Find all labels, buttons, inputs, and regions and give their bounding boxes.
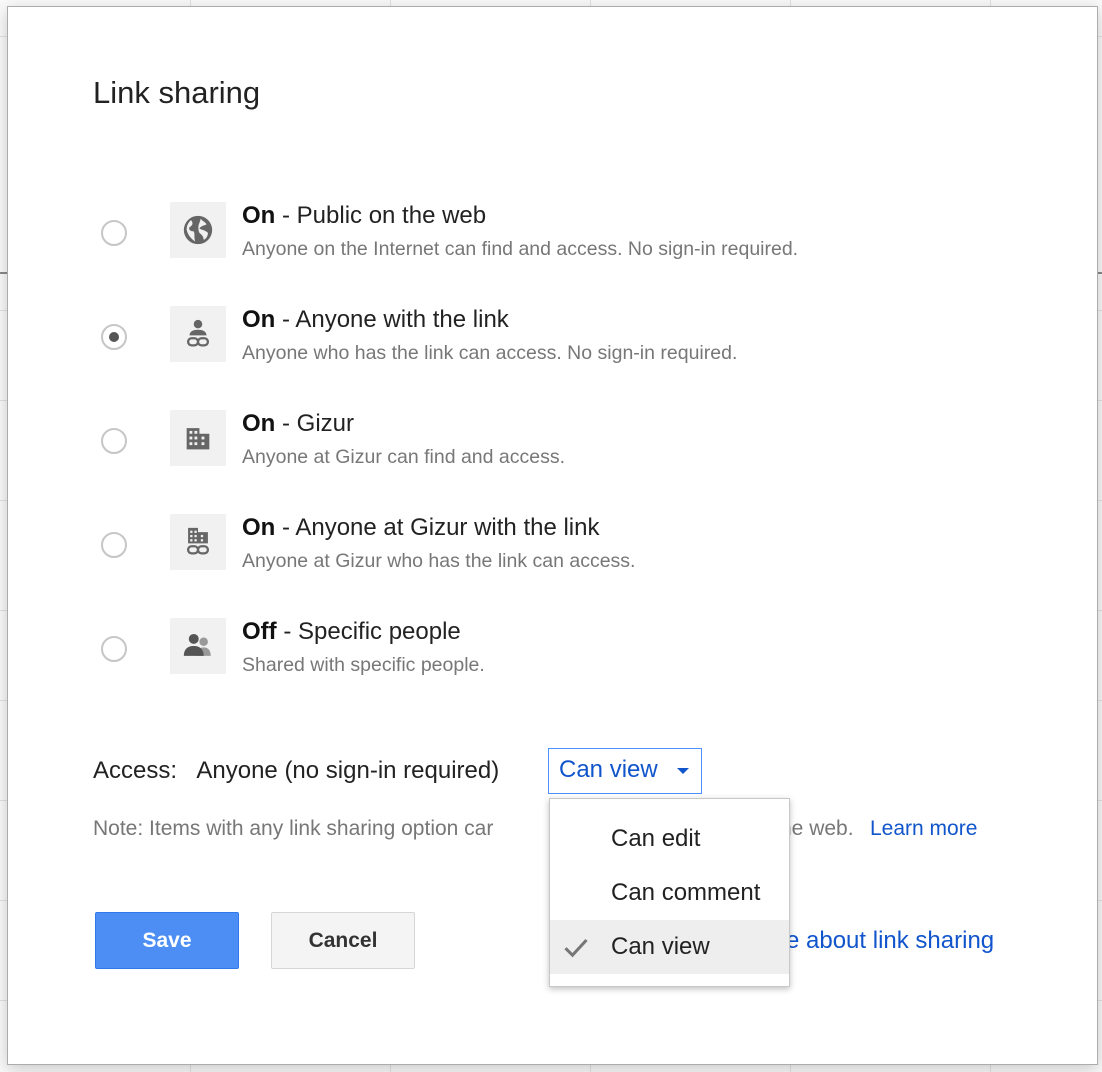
note-text-continued: ne web. bbox=[780, 817, 854, 840]
menu-item-label: Can comment bbox=[611, 879, 761, 906]
access-level-value: Can view bbox=[559, 756, 658, 783]
access-level-menu: Can edit Can comment Can view bbox=[549, 798, 790, 987]
caret-down-icon bbox=[677, 768, 689, 774]
cancel-button[interactable]: Cancel bbox=[271, 912, 415, 969]
radio-anyone-with-link[interactable] bbox=[101, 324, 127, 350]
globe-icon bbox=[170, 202, 226, 258]
learn-more-link[interactable]: Learn more bbox=[870, 817, 977, 841]
option-specific-people[interactable]: Off - Specific people Shared with specif… bbox=[101, 618, 1001, 686]
menu-item-can-edit[interactable]: Can edit bbox=[550, 812, 789, 866]
people-icon bbox=[170, 618, 226, 674]
radio-gizur[interactable] bbox=[101, 428, 127, 454]
person-link-icon bbox=[170, 306, 226, 362]
option-title: On - Anyone at Gizur with the link bbox=[242, 514, 600, 541]
save-button[interactable]: Save bbox=[95, 912, 239, 969]
option-gizur[interactable]: On - Gizur Anyone at Gizur can find and … bbox=[101, 410, 1001, 478]
option-anyone-with-link[interactable]: On - Anyone with the link Anyone who has… bbox=[101, 306, 1001, 374]
option-description: Anyone at Gizur who has the link can acc… bbox=[242, 550, 636, 572]
radio-specific-people[interactable] bbox=[101, 636, 127, 662]
access-level-dropdown[interactable]: Can view bbox=[548, 748, 702, 794]
option-description: Shared with specific people. bbox=[242, 654, 485, 676]
menu-item-label: Can view bbox=[611, 933, 710, 960]
access-value: Anyone (no sign-in required) bbox=[196, 757, 500, 784]
menu-item-label: Can edit bbox=[611, 825, 701, 852]
menu-item-can-comment[interactable]: Can comment bbox=[550, 866, 789, 920]
option-public-web[interactable]: On - Public on the web Anyone on the Int… bbox=[101, 202, 1001, 270]
radio-public-web[interactable] bbox=[101, 220, 127, 246]
note-text: Note: Items with any link sharing option… bbox=[93, 817, 494, 840]
menu-item-can-view[interactable]: Can view bbox=[550, 920, 789, 974]
option-title: On - Gizur bbox=[242, 410, 354, 437]
dialog-title: Link sharing bbox=[93, 75, 261, 110]
option-description: Anyone who has the link can access. No s… bbox=[242, 342, 738, 364]
option-gizur-with-link[interactable]: On - Anyone at Gizur with the link Anyon… bbox=[101, 514, 1001, 582]
option-title: Off - Specific people bbox=[242, 618, 461, 645]
option-title: On - Anyone with the link bbox=[242, 306, 509, 333]
option-description: Anyone on the Internet can find and acce… bbox=[242, 238, 799, 260]
checkmark-icon bbox=[564, 938, 588, 958]
learn-about-link-sharing-link[interactable]: e about link sharing bbox=[786, 927, 994, 955]
radio-gizur-with-link[interactable] bbox=[101, 532, 127, 558]
option-description: Anyone at Gizur can find and access. bbox=[242, 446, 566, 468]
access-row: Access: Anyone (no sign-in required) bbox=[93, 757, 499, 785]
building-icon bbox=[170, 410, 226, 466]
access-label: Access: bbox=[93, 757, 178, 784]
building-link-icon bbox=[170, 514, 226, 570]
link-sharing-dialog: Link sharing On - Public on the web Anyo… bbox=[7, 6, 1098, 1065]
option-title: On - Public on the web bbox=[242, 202, 487, 229]
